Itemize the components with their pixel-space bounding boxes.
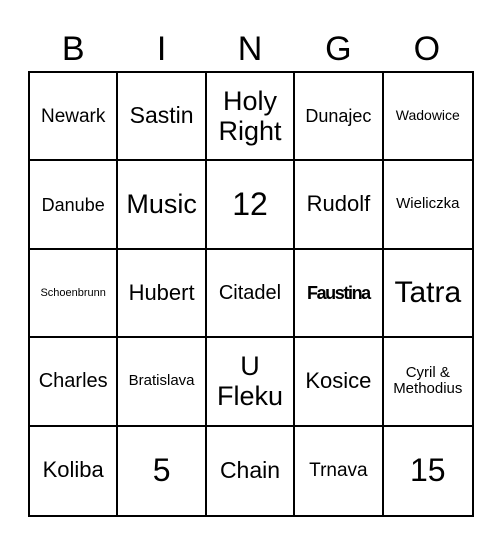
bingo-cell[interactable]: Holy Right <box>206 73 296 162</box>
cell-text: 12 <box>232 185 268 222</box>
bingo-cell[interactable]: 15 <box>384 427 472 515</box>
cell-text: Charles <box>38 370 108 393</box>
cell-text: Danube <box>41 194 105 215</box>
bingo-cell[interactable]: U Fleku <box>206 338 296 427</box>
cell-text: Faustina <box>306 282 371 303</box>
cell-text: 5 <box>152 451 171 488</box>
bingo-cell[interactable]: Charles <box>30 338 119 427</box>
bingo-cell[interactable]: Chain <box>207 426 296 515</box>
header-letter-b: B <box>61 30 85 68</box>
bingo-cell[interactable]: Wadowice <box>383 73 472 162</box>
header-letter-g: G <box>325 30 352 68</box>
bingo-board: Newark Sastin Holy Right Dunajec Wadowic… <box>28 71 474 517</box>
cell-text: Trnava <box>309 460 368 482</box>
header-letter-o: O <box>413 30 441 68</box>
cell-text: Newark <box>40 105 106 127</box>
bingo-cell[interactable]: Danube <box>30 161 119 250</box>
cell-text: Dunajec <box>305 106 372 127</box>
cell-text: Schoenbrunn <box>40 286 106 299</box>
bingo-cell[interactable]: Wieliczka <box>383 161 472 250</box>
cell-text: Tatra <box>394 276 462 310</box>
bingo-cell[interactable]: Koliba <box>30 426 119 515</box>
bingo-cell[interactable]: Newark <box>30 73 119 162</box>
bingo-cell[interactable]: 12 <box>206 161 296 250</box>
cell-text: Cyril & Methodius <box>393 363 463 398</box>
bingo-cell[interactable]: Dunajec <box>295 73 384 162</box>
bingo-cell[interactable]: Sastin <box>118 73 207 162</box>
bingo-cell[interactable]: Bratislava <box>118 338 207 427</box>
cell-text: Holy Right <box>218 85 282 147</box>
bingo-cell[interactable]: Schoenbrunn <box>30 249 119 339</box>
bingo-cell[interactable]: Tatra <box>383 250 472 339</box>
cell-text: Chain <box>219 456 281 483</box>
bingo-cell[interactable]: Kosice <box>295 338 384 427</box>
cell-text: Wadowice <box>395 107 460 124</box>
cell-text: U Fleku <box>216 351 283 412</box>
cell-text: 15 <box>410 451 446 488</box>
cell-text: Rudolf <box>306 191 371 217</box>
bingo-cell[interactable]: Cyril & Methodius <box>383 338 472 427</box>
cell-text: Kosice <box>305 368 372 394</box>
cell-text: Bratislava <box>128 371 195 389</box>
bingo-cell[interactable]: Citadel <box>206 249 296 339</box>
cell-text: Citadel <box>218 281 282 304</box>
header-letter-i: I <box>156 30 167 68</box>
header-letter-n: N <box>237 30 263 68</box>
bingo-cell[interactable]: Faustina <box>295 249 384 339</box>
bingo-cell[interactable]: 5 <box>118 426 207 515</box>
bingo-cell[interactable]: Hubert <box>118 249 207 339</box>
bingo-cell[interactable]: Rudolf <box>295 161 384 250</box>
cell-text: Sastin <box>129 102 194 129</box>
cell-text: Wieliczka <box>396 195 460 213</box>
bingo-header: B I N G O <box>29 26 471 72</box>
cell-text: Hubert <box>128 279 195 305</box>
bingo-cell[interactable]: Music <box>118 161 207 250</box>
bingo-cell[interactable]: Trnava <box>295 426 384 515</box>
cell-text: Koliba <box>42 457 104 483</box>
cell-text: Music <box>126 189 197 220</box>
